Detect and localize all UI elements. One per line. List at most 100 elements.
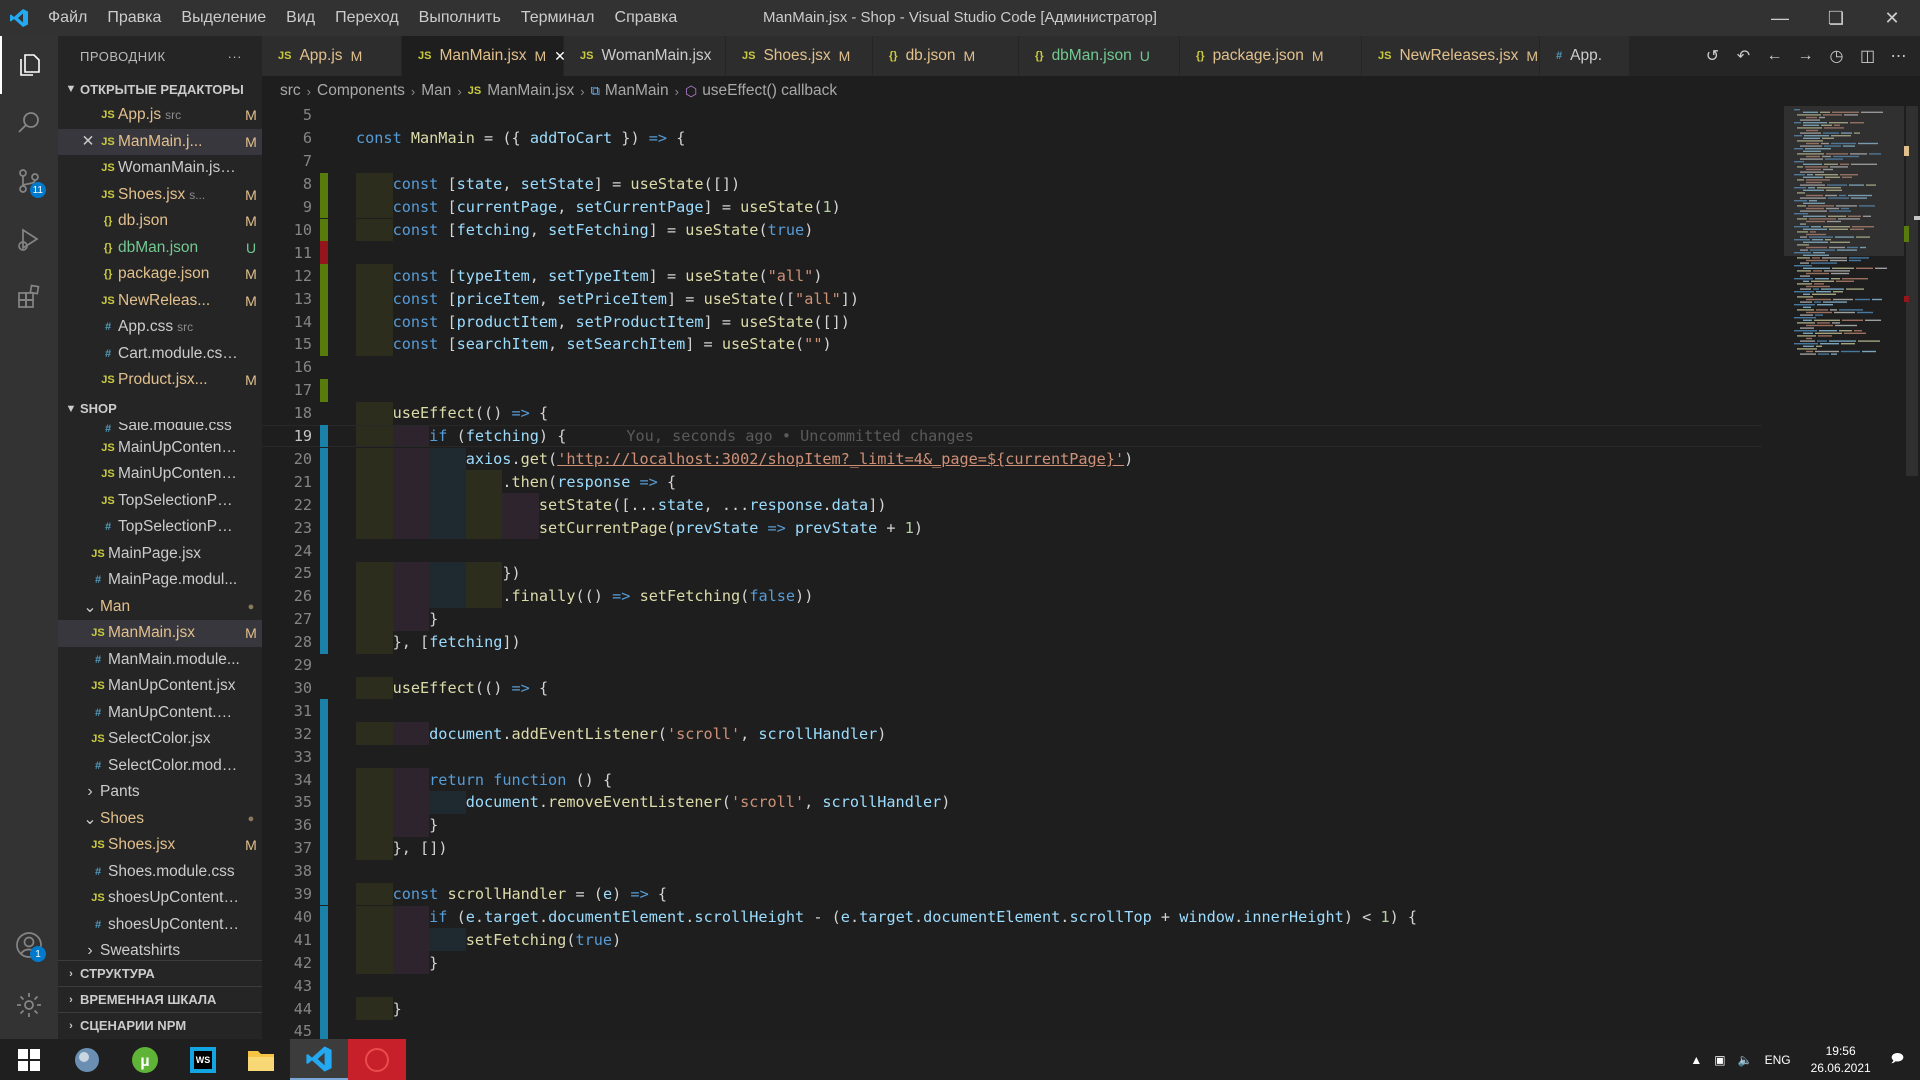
open-editor-item[interactable]: JS WomanMain.jsx... (58, 155, 262, 182)
editor-tab[interactable]: JS NewReleases.jsx M (1362, 36, 1540, 76)
app-icon-red[interactable] (348, 1039, 406, 1080)
menu-item[interactable]: Терминал (511, 0, 605, 36)
menu-item[interactable]: Выделение (171, 0, 276, 36)
vertical-scrollbar[interactable] (1904, 106, 1920, 1039)
open-editor-item[interactable]: JS Shoes.jsx s... M (58, 182, 262, 209)
tree-file-item[interactable]: # Shoes.module.css (58, 859, 262, 886)
app-icon-1[interactable] (58, 1039, 116, 1080)
code-line[interactable]: 25 }) (262, 562, 1762, 585)
open-changes-icon[interactable]: ↺ (1697, 46, 1728, 66)
code-line[interactable]: 32 document.addEventListener('scroll', s… (262, 722, 1762, 746)
open-editor-item[interactable]: JS NewReleas... M (58, 288, 262, 315)
code-line[interactable]: 17 (262, 378, 1762, 402)
tree-file-item[interactable]: JS shoesUpContent.j... (58, 885, 262, 912)
clock[interactable]: 19:56 26.06.2021 (1811, 1043, 1871, 1077)
code-line[interactable]: 29 (262, 654, 1762, 677)
tree-file-item[interactable]: JS MainUpContent.... (58, 435, 262, 462)
code-line[interactable]: 9 const [currentPage, setCurrentPage] = … (262, 195, 1762, 219)
utorrent-icon[interactable]: µ (116, 1039, 174, 1080)
timeline-icon[interactable]: ◷ (1821, 46, 1852, 66)
shop-folder-header[interactable]: ▼ SHOP (58, 396, 262, 422)
editor-tab[interactable]: {} db.json M (873, 36, 1019, 76)
menu-item[interactable]: Файл (38, 0, 97, 36)
minimize-button[interactable]: — (1752, 0, 1808, 36)
code-line[interactable]: 12 const [typeItem, setTypeItem] = useSt… (262, 264, 1762, 288)
windows-start-icon[interactable] (0, 1039, 58, 1080)
code-line[interactable]: 6 const ManMain = ({ addToCart }) => { (262, 127, 1762, 150)
notifications-icon[interactable]: 🗩 (1891, 1049, 1904, 1070)
code-line[interactable]: 36 } (262, 813, 1762, 837)
menu-item[interactable]: Выполнить (409, 0, 511, 36)
code-line[interactable]: 16 (262, 356, 1762, 379)
code-line[interactable]: 23 setCurrentPage(prevState => prevState… (262, 516, 1762, 540)
code-line[interactable]: 13 const [priceItem, setPriceItem] = use… (262, 287, 1762, 311)
search-icon[interactable] (0, 94, 58, 152)
file-explorer-icon[interactable] (232, 1039, 290, 1080)
tree-file-item[interactable]: # ManUpContent.m... (58, 700, 262, 727)
tree-file-item[interactable]: JS TopSelectionPan... (58, 488, 262, 515)
volume-icon[interactable]: 🔈 (1738, 1053, 1753, 1067)
tree-file-item[interactable]: # TopSelectionPan... (58, 514, 262, 541)
code-line[interactable]: 37 }, []) (262, 836, 1762, 860)
extensions-icon[interactable] (0, 268, 58, 326)
editor-tab[interactable]: {} package.json M (1180, 36, 1362, 76)
open-editor-item[interactable]: JS App.js src M (58, 102, 262, 129)
open-editor-item[interactable]: JS Product.jsx... M (58, 367, 262, 394)
tree-file-item[interactable]: JS MainUpContent.... (58, 461, 262, 488)
code-line[interactable]: 43 (262, 974, 1762, 998)
code-line[interactable]: 14 const [productItem, setProductItem] =… (262, 310, 1762, 333)
previous-change-icon[interactable]: ← (1759, 47, 1790, 65)
split-editor-icon[interactable]: ◫ (1852, 46, 1883, 66)
open-editor-item[interactable]: {} db.json M (58, 208, 262, 235)
webstorm-icon[interactable]: WS (174, 1039, 232, 1080)
code-line[interactable]: 26 .finally(() => setFetching(false)) (262, 584, 1762, 608)
code-editor[interactable]: 5 6 const ManMain = ({ addToCart }) => {7 8… (262, 106, 1920, 1039)
tree-file-item[interactable]: # SelectColor.modu... (58, 753, 262, 780)
show-hidden-icons-icon[interactable]: ▲ (1690, 1053, 1702, 1067)
breadcrumb-item[interactable]: ManMain (605, 82, 669, 100)
tree-file-item[interactable]: # MainPage.modul... (58, 567, 262, 594)
open-editor-item[interactable]: {} package.json M (58, 261, 262, 288)
tree-file-item[interactable]: JS SelectColor.jsx (58, 726, 262, 753)
code-line[interactable]: 28 }, [fetching]) (262, 630, 1762, 654)
code-line[interactable]: 21 .then(response => { (262, 470, 1762, 494)
code-line[interactable]: 27 } (262, 607, 1762, 631)
breadcrumb-item[interactable]: ManMain.jsx (487, 82, 574, 100)
open-editor-item[interactable]: # App.css src (58, 314, 262, 341)
settings-gear-icon[interactable] (0, 976, 58, 1034)
code-line[interactable]: 35 document.removeEventListener('scroll'… (262, 791, 1762, 814)
code-line[interactable]: 45 (262, 1020, 1762, 1039)
folder-item[interactable]: › Pants (58, 779, 262, 806)
source-control-icon[interactable]: 11 (0, 152, 58, 210)
code-line[interactable]: 20 axios.get('http://localhost:3002/shop… (262, 447, 1762, 471)
code-line[interactable]: 10 const [fetching, setFetching] = useSt… (262, 218, 1762, 242)
open-editors-header[interactable]: ▼ ОТКРЫТЫЕ РЕДАКТОРЫ (58, 76, 262, 102)
run-debug-icon[interactable] (0, 210, 58, 268)
more-actions-button[interactable]: ··· (228, 49, 243, 64)
code-line[interactable]: 31 (262, 699, 1762, 723)
code-line[interactable]: 41 setFetching(true) (262, 928, 1762, 952)
explorer-icon[interactable] (0, 36, 58, 94)
tree-file-item[interactable]: # shoesUpContent.... (58, 912, 262, 939)
close-window-button[interactable]: ✕ (1864, 0, 1920, 36)
editor-tab[interactable]: JS App.js M (262, 36, 402, 76)
editor-tab[interactable]: JS Shoes.jsx M (726, 36, 873, 76)
menu-item[interactable]: Вид (276, 0, 325, 36)
menu-item[interactable]: Переход (325, 0, 409, 36)
open-editor-item[interactable]: ✕ JS ManMain.j... M (58, 128, 262, 155)
code-line[interactable]: 40 if (e.target.documentElement.scrollHe… (262, 905, 1762, 929)
breadcrumb-item[interactable]: Man (421, 82, 451, 100)
close-icon[interactable]: ✕ (78, 132, 98, 151)
code-line[interactable]: 19 if (fetching) {You, seconds ago • Unc… (262, 424, 1762, 448)
menu-item[interactable]: Правка (97, 0, 171, 36)
tree-file-item[interactable]: # ManMain.module... (58, 647, 262, 674)
code-line[interactable]: 5 (262, 106, 1762, 127)
tree-file-item[interactable]: JS Shoes.jsx M (58, 832, 262, 859)
code-line[interactable]: 39 const scrollHandler = (e) => { (262, 882, 1762, 906)
collapsed-section-header[interactable]: › СТРУКТУРА (58, 960, 262, 986)
open-editor-item[interactable]: # Cart.module.css... (58, 341, 262, 368)
tree-file-item[interactable]: JS ManMain.jsx M (58, 620, 262, 647)
collapsed-section-header[interactable]: › ВРЕМЕННАЯ ШКАЛА (58, 986, 262, 1012)
code-line[interactable]: 15 const [searchItem, setSearchItem] = u… (262, 333, 1762, 356)
go-back-icon[interactable]: ↶ (1728, 46, 1759, 66)
